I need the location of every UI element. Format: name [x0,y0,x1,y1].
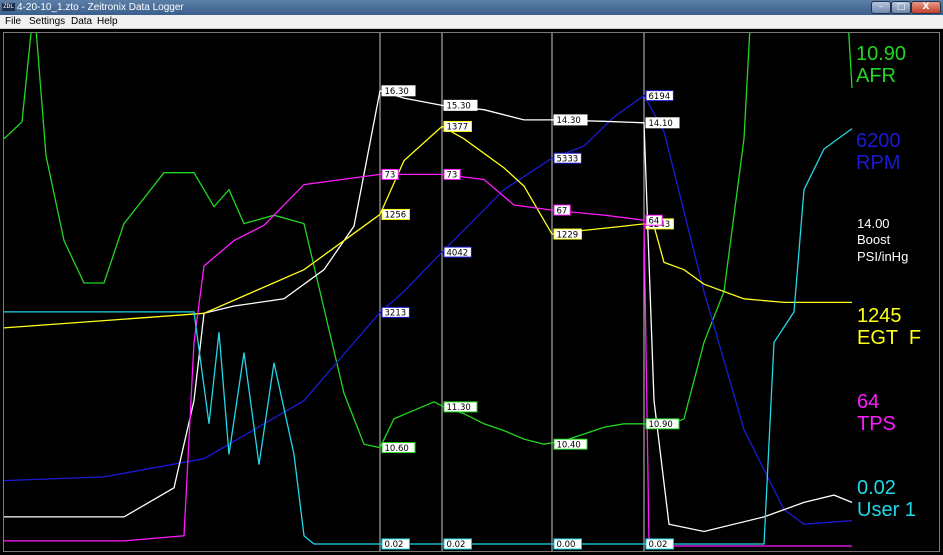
readout-afr: 10.90 AFR [856,43,906,88]
svg-text:5333: 5333 [557,154,579,164]
boost-label: Boost [857,232,891,248]
svg-text:10.40: 10.40 [557,440,581,450]
svg-text:15.30: 15.30 [447,102,471,112]
maximize-button[interactable]: □ [891,1,911,14]
svg-text:11.30: 11.30 [447,403,471,413]
cursor-value-label: 3213 [381,306,410,319]
cursor-value-label: 4042 [443,246,472,258]
svg-text:0.00: 0.00 [557,540,576,550]
cursor-value-label: 5333 [553,152,582,164]
cursor-value-label: 16.30 [381,85,416,97]
menu-file[interactable]: File [3,15,23,29]
afr-label: AFR [856,65,896,88]
data-plot[interactable]: 16.30 1256 73 3213 10.60 0.02 1377 73 15.30 4042 1… [3,32,940,552]
svg-text:0.02: 0.02 [385,540,404,550]
svg-text:3213: 3213 [385,309,407,319]
svg-text:10.60: 10.60 [385,444,409,454]
tps-label: TPS [857,413,896,436]
cursor-value-label: 64 [645,214,663,226]
cursor-value-label: 0.02 [381,538,410,550]
cursor-value-label: 0.02 [443,538,472,550]
cursor-value-label: 6194 [645,90,674,102]
cursor-value-label: 14.30 [553,114,588,126]
title-bar[interactable]: ZDL 4-20-10_1.zto - Zeitronix Data Logge… [0,0,943,15]
readout-egt: 1245 EGT F [857,305,921,350]
cursor-value-label: 11.30 [443,401,478,413]
cursor-value-label: 73 [443,168,461,181]
svg-text:14.10: 14.10 [649,119,673,129]
svg-text:14.30: 14.30 [557,116,581,126]
readout-rpm: 6200 RPM [856,130,901,175]
rpm-label: RPM [856,152,901,175]
series-line-afr [4,33,853,449]
window-title: 4-20-10_1.zto - Zeitronix Data Logger [17,2,184,13]
user1-label: User 1 [857,499,916,522]
menu-data[interactable]: Data [69,15,94,29]
cursor-value-label: 14.10 [645,117,680,129]
svg-text:4042: 4042 [447,248,469,258]
svg-text:73: 73 [447,171,458,181]
svg-text:6194: 6194 [649,92,671,102]
cursor-value-label: 10.90 [645,418,680,430]
svg-text:1256: 1256 [385,211,407,221]
cursor-value-label: 67 [553,204,571,216]
svg-text:0.02: 0.02 [447,540,466,550]
readout-user1: 0.02 User 1 [857,477,916,522]
menu-help[interactable]: Help [95,15,120,29]
svg-text:10.90: 10.90 [649,420,673,430]
boost-unit: PSI/inHg [857,248,909,264]
app-icon[interactable]: ZDL [2,3,15,11]
series-line-user-1 [4,128,853,545]
minimize-button[interactable]: – [871,1,891,14]
svg-text:67: 67 [557,206,568,216]
svg-text:1377: 1377 [447,123,469,133]
readout-boost: 14.00 Boost PSI/inHg [857,216,908,265]
user1-value: 0.02 [857,477,896,499]
app-window: ZDL 4-20-10_1.zto - Zeitronix Data Logge… [0,0,943,555]
svg-text:73: 73 [385,171,396,181]
svg-text:1229: 1229 [557,230,579,240]
egt-value: 1245 [857,305,902,327]
series-line-rpm [4,94,853,525]
cursor-value-label: 10.60 [381,442,416,454]
afr-value: 10.90 [856,43,907,65]
menu-bar: File Settings Data Help [0,15,943,29]
series-line-boost [4,89,853,533]
cursor-value-label: 0.00 [553,538,582,550]
cursor-value-label: 10.40 [553,438,588,450]
boost-value: 14.00 [857,216,890,231]
svg-text:0.02: 0.02 [649,540,668,550]
close-button[interactable]: X [911,1,941,14]
log-chart[interactable]: 16.30 1256 73 3213 10.60 0.02 1377 73 15.30 4042 1… [4,33,939,551]
cursor-value-label: 15.30 [443,99,478,112]
series-line-egt-f [4,125,852,329]
menu-settings[interactable]: Settings [27,15,67,29]
series-line-tps [4,173,852,547]
rpm-value: 6200 [856,130,901,152]
svg-text:16.30: 16.30 [385,87,409,97]
egt-label: EGT F [857,327,922,350]
cursor-value-label: 1256 [381,208,410,221]
cursor-value-label: 1377 [443,120,472,133]
tps-value: 64 [857,391,880,413]
cursor-value-label: 73 [381,168,399,181]
svg-text:64: 64 [649,216,660,226]
cursor-value-label: 0.02 [645,538,674,550]
cursor-value-label: 1229 [553,228,582,240]
readout-tps: 64 TPS [857,391,896,436]
